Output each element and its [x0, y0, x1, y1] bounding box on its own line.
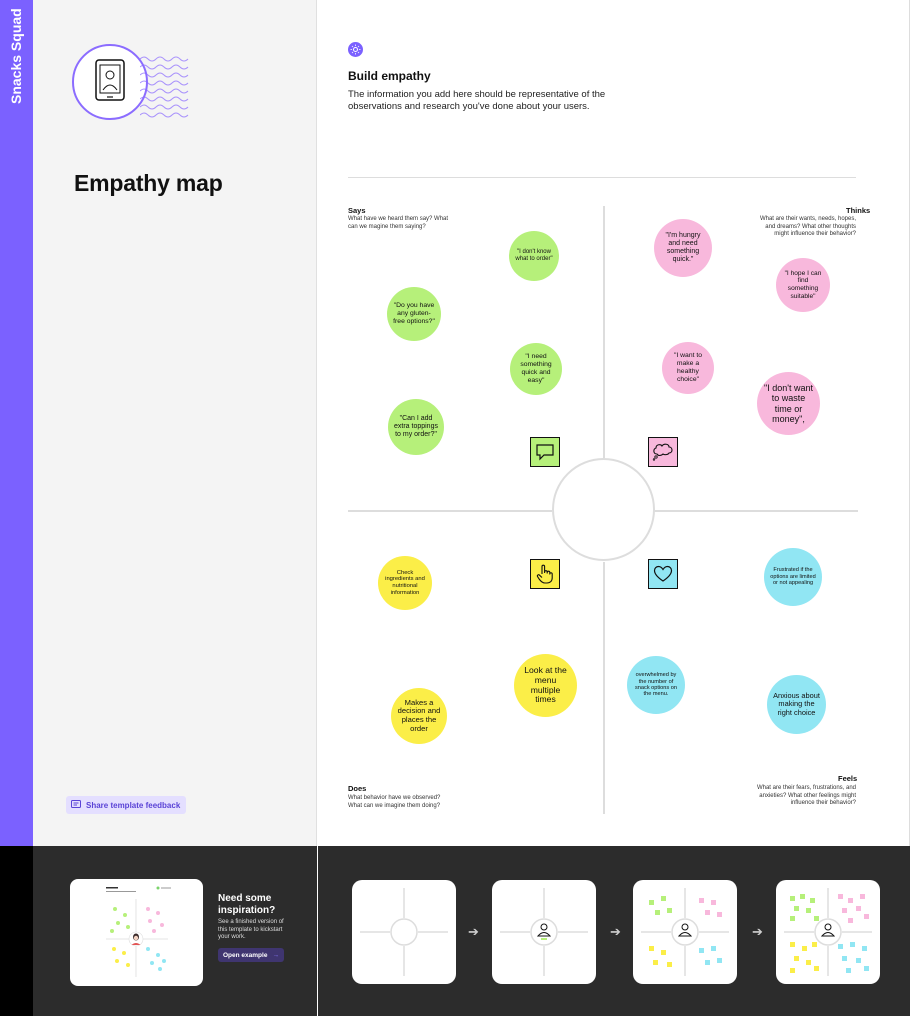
feels-title: Feels — [838, 774, 858, 783]
arrow-right-icon: ➔ — [610, 924, 621, 939]
sticky-note[interactable]: Look at the menu multiple times — [514, 654, 577, 717]
bottom-strip — [0, 846, 33, 1016]
inspiration-title: Need some inspiration? — [218, 893, 276, 916]
share-feedback-button[interactable]: Share template feedback — [66, 796, 187, 814]
sticky-note[interactable]: Makes a decision and places the order — [391, 688, 447, 744]
arrow-right-icon: ➔ — [752, 924, 763, 939]
sticky-note[interactable]: overwhelmed by the number of snack optio… — [627, 656, 685, 714]
vertical-axis-bottom — [603, 562, 605, 814]
decorative-waves — [140, 56, 189, 118]
team-name: Snacks Squad — [8, 8, 24, 104]
sticky-note[interactable]: "I need something quick and easy" — [510, 343, 562, 395]
tablet-user-icon — [72, 44, 148, 120]
share-feedback-label: Share template feedback — [86, 800, 181, 810]
horizontal-axis-left — [348, 510, 552, 512]
step-card-complete — [776, 880, 880, 984]
does-description: What behavior have we observed? What can… — [348, 795, 441, 809]
section-title: Build empathy — [348, 69, 431, 83]
heart-icon — [648, 559, 678, 589]
horizontal-axis-right — [654, 510, 858, 512]
team-sidebar: Snacks Squad — [0, 0, 33, 846]
step-card-stickies — [633, 880, 737, 984]
sun-icon — [348, 42, 363, 57]
sticky-note[interactable]: "I don't know what to order" — [509, 231, 559, 281]
says-title: Says — [348, 206, 366, 215]
sticky-note[interactable]: Anxious about making the right choice — [767, 675, 826, 734]
feels-description: What are their fears, frustrations, and … — [756, 785, 856, 806]
arrow-right-icon: → — [272, 951, 279, 959]
vertical-axis-top — [603, 206, 605, 458]
divider — [348, 177, 856, 178]
thinks-title: Thinks — [846, 206, 871, 215]
section-description: The information you add here should be r… — [348, 89, 606, 112]
persona-circle[interactable] — [552, 458, 655, 561]
open-example-label: Open example — [223, 951, 268, 959]
step-card-persona — [492, 880, 596, 984]
inspiration-description: See a finished version of this template … — [218, 919, 284, 940]
does-title: Does — [348, 784, 367, 793]
sticky-note[interactable]: "I don't want to waste time or money", — [757, 372, 820, 435]
sticky-note[interactable]: "I want to make a healthy choice" — [662, 342, 714, 394]
sticky-note[interactable]: "Can I add extra toppings to my order?" — [388, 399, 444, 455]
template-info-panel — [33, 0, 317, 846]
comment-icon — [71, 799, 81, 811]
hand-pointer-icon — [530, 559, 560, 589]
says-description: What have we heard them say? What can we… — [348, 216, 449, 230]
sticky-note[interactable]: "I'm hungry and need something quick." — [654, 219, 712, 277]
thought-bubble-icon — [648, 437, 678, 467]
sticky-note[interactable]: Check ingredients and nutritional inform… — [378, 556, 432, 610]
sticky-note[interactable]: Frustrated if the options are limited or… — [764, 548, 822, 606]
page-title: Empathy map — [74, 170, 223, 196]
speech-bubble-icon — [530, 437, 560, 467]
step-card-empty — [352, 880, 456, 984]
sticky-note[interactable]: "I hope I can find something suitable" — [776, 258, 830, 312]
example-thumbnail[interactable] — [70, 879, 203, 986]
sticky-note[interactable]: "Do you have any gluten-free options?" — [387, 287, 441, 341]
arrow-right-icon: ➔ — [468, 924, 479, 939]
thinks-description: What are their wants, needs, hopes, and … — [759, 216, 856, 237]
open-example-button[interactable]: Open example → — [218, 948, 284, 962]
